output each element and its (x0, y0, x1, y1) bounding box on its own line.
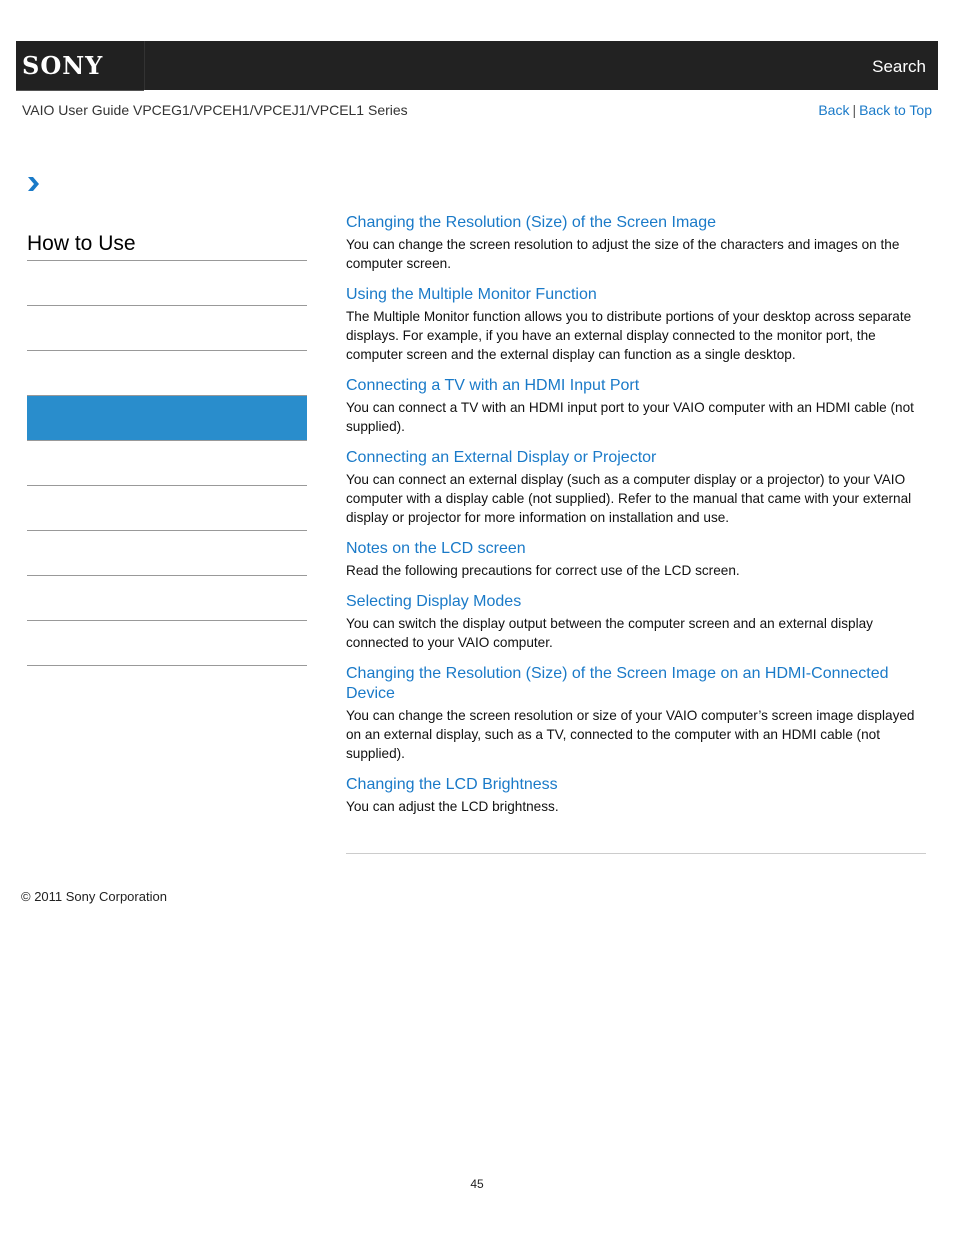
sidebar-item[interactable] (27, 306, 307, 351)
search-link[interactable]: Search (872, 57, 926, 77)
topic-link[interactable]: Changing the LCD Brightness (346, 775, 926, 795)
logo-text: SONY (22, 51, 104, 80)
link-separator: | (852, 102, 857, 118)
header-bar: SONY Search (16, 41, 938, 91)
guide-title: VAIO User Guide VPCEG1/VPCEH1/VPCEJ1/VPC… (22, 102, 408, 118)
topic-description: You can switch the display output betwee… (346, 616, 873, 650)
topic-description: The Multiple Monitor function allows you… (346, 309, 912, 362)
sidebar-item[interactable] (27, 351, 307, 396)
sidebar: How to Use (27, 228, 307, 666)
topic-item: Changing the Resolution (Size) of the Sc… (346, 664, 926, 763)
topic-link[interactable]: Selecting Display Modes (346, 592, 926, 612)
topic-item: Using the Multiple Monitor Function The … (346, 285, 926, 364)
copyright: © 2011 Sony Corporation (21, 889, 167, 904)
topic-item: Connecting an External Display or Projec… (346, 448, 926, 527)
back-to-top-link[interactable]: Back to Top (859, 102, 932, 118)
topic-description: You can connect a TV with an HDMI input … (346, 400, 914, 434)
top-navigation: Back | Back to Top (818, 102, 932, 118)
sidebar-item-active[interactable] (27, 396, 307, 441)
chevron-right-icon[interactable] (26, 176, 40, 192)
topic-description: You can change the screen resolution to … (346, 237, 900, 271)
topic-link[interactable]: Notes on the LCD screen (346, 539, 926, 559)
topic-item: Connecting a TV with an HDMI Input Port … (346, 376, 926, 436)
topic-description: You can change the screen resolution or … (346, 708, 915, 761)
topic-description: You can adjust the LCD brightness. (346, 799, 559, 814)
topic-link[interactable]: Changing the Resolution (Size) of the Sc… (346, 213, 926, 233)
topic-link[interactable]: Connecting an External Display or Projec… (346, 448, 926, 468)
sidebar-item[interactable] (27, 441, 307, 486)
topic-link[interactable]: Connecting a TV with an HDMI Input Port (346, 376, 926, 396)
sidebar-item[interactable] (27, 576, 307, 621)
sidebar-item[interactable] (27, 261, 307, 306)
topic-item: Selecting Display Modes You can switch t… (346, 592, 926, 652)
sony-logo[interactable]: SONY (16, 41, 145, 91)
topic-list: Changing the Resolution (Size) of the Sc… (346, 213, 926, 828)
topic-link[interactable]: Using the Multiple Monitor Function (346, 285, 926, 305)
sidebar-item[interactable] (27, 621, 307, 666)
sidebar-item[interactable] (27, 486, 307, 531)
topic-item: Changing the Resolution (Size) of the Sc… (346, 213, 926, 273)
sidebar-heading: How to Use (27, 228, 307, 261)
topic-link[interactable]: Changing the Resolution (Size) of the Sc… (346, 664, 926, 704)
topic-item: Changing the LCD Brightness You can adju… (346, 775, 926, 816)
sidebar-item[interactable] (27, 531, 307, 576)
topic-description: Read the following precautions for corre… (346, 563, 740, 578)
back-link[interactable]: Back (818, 102, 849, 118)
topic-item: Notes on the LCD screen Read the followi… (346, 539, 926, 580)
content-divider (346, 853, 926, 854)
page-number: 45 (470, 1177, 484, 1191)
topic-description: You can connect an external display (suc… (346, 472, 912, 525)
